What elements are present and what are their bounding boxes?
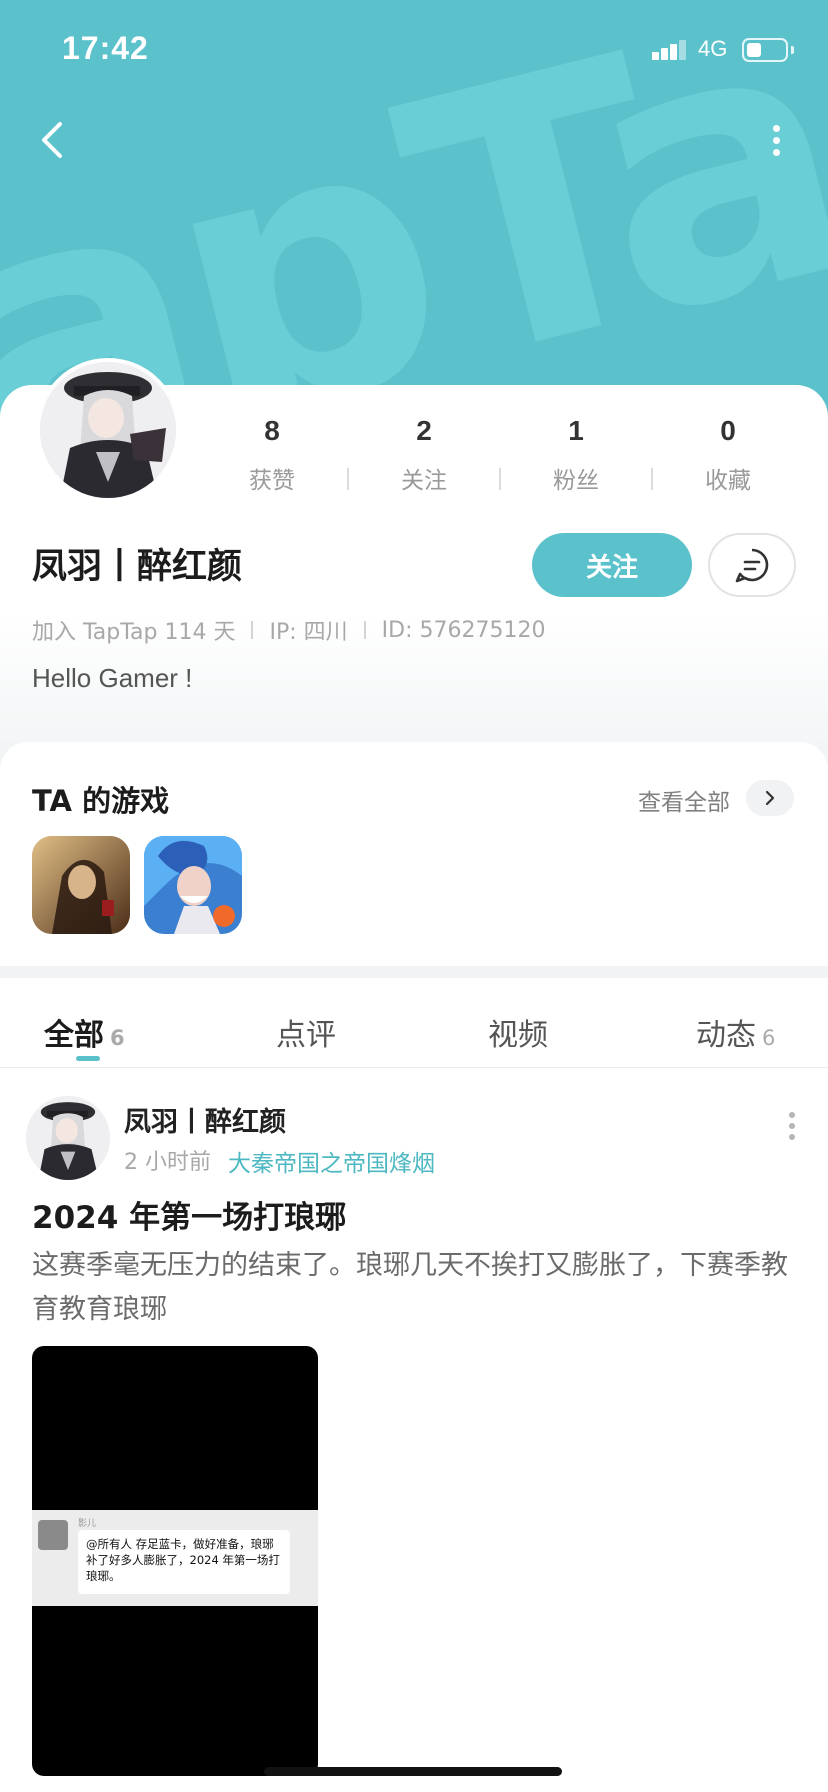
- profile-stats: 8 获赞 2 关注 1 粉丝 0 收藏: [196, 415, 816, 505]
- home-indicator[interactable]: [264, 1767, 562, 1776]
- stat-divider: [347, 468, 349, 490]
- post-game-link[interactable]: 大秦帝国之帝国烽烟: [228, 1144, 435, 1178]
- battery-icon: [742, 38, 788, 62]
- more-dot-icon: [789, 1134, 795, 1140]
- status-bar: 17:42 4G: [0, 0, 828, 100]
- more-options-button[interactable]: [760, 115, 792, 165]
- stat-followers[interactable]: 1 粉丝: [500, 415, 652, 495]
- more-dot-icon: [789, 1112, 795, 1118]
- stat-favorites-label: 收藏: [705, 468, 751, 494]
- tab-all-label: 全部: [44, 1018, 104, 1053]
- tab-videos[interactable]: 视频: [488, 1010, 548, 1054]
- post-image[interactable]: 影儿 @所有人 存足蓝卡，做好准备，琅琊补了好多人膨胀了，2024 年第一场打琅…: [32, 1346, 318, 1776]
- message-icon: [735, 548, 769, 583]
- network-type: 4G: [698, 36, 728, 61]
- stat-likes-label: 获赞: [249, 468, 295, 494]
- message-button[interactable]: [708, 533, 796, 597]
- join-info: 加入 TapTap 114 天: [32, 620, 236, 645]
- section-divider: [0, 966, 828, 978]
- ip-location: IP: 四川: [269, 620, 348, 645]
- stat-followers-label: 粉丝: [553, 468, 599, 494]
- more-dot-icon: [789, 1123, 795, 1129]
- avatar-illustration: [26, 1096, 110, 1180]
- game-icon-1[interactable]: [32, 836, 130, 934]
- chat-screenshot: 影儿 @所有人 存足蓝卡，做好准备，琅琊补了好多人膨胀了，2024 年第一场打琅…: [32, 1510, 318, 1606]
- stat-divider: [499, 468, 501, 490]
- stat-likes-value: 8: [264, 415, 280, 446]
- tab-all-count: 6: [110, 1026, 125, 1050]
- stat-favorites-value: 0: [720, 415, 736, 446]
- username: 凤羽丨醉红颜: [32, 547, 243, 587]
- user-avatar[interactable]: [36, 358, 180, 502]
- stat-following-label: 关注: [401, 468, 447, 494]
- more-dot-icon: [773, 149, 780, 156]
- chevron-left-icon: [42, 122, 62, 158]
- game-thumbnail: [144, 836, 242, 934]
- chat-avatar: [38, 1520, 68, 1550]
- back-button[interactable]: [30, 110, 80, 170]
- chat-sender-name: 影儿: [78, 1519, 97, 1529]
- games-section-title: TA 的游戏: [32, 784, 170, 818]
- tab-moments[interactable]: 动态 6: [696, 1010, 775, 1054]
- stat-divider: [651, 468, 653, 490]
- user-bio: Hello Gamer !: [32, 663, 193, 693]
- follow-button[interactable]: 关注: [532, 533, 692, 597]
- view-all-link[interactable]: 查看全部: [638, 783, 730, 817]
- meta-divider: [251, 621, 254, 639]
- battery-tip: [791, 46, 794, 54]
- user-meta: 加入 TapTap 114 天 IP: 四川 ID: 576275120: [32, 614, 545, 646]
- tab-videos-label: 视频: [488, 1018, 548, 1053]
- meta-divider: [363, 621, 366, 639]
- post-more-button[interactable]: [786, 1112, 798, 1142]
- user-id[interactable]: ID: 576275120: [382, 618, 546, 643]
- stat-favorites[interactable]: 0 收藏: [652, 415, 804, 495]
- more-dot-icon: [773, 137, 780, 144]
- game-thumbnail: [32, 836, 130, 934]
- stat-following-value: 2: [416, 415, 432, 446]
- game-icon-2[interactable]: [144, 836, 242, 934]
- tab-all[interactable]: 全部 6: [44, 1010, 125, 1054]
- avatar-illustration: [40, 362, 176, 498]
- tab-reviews-label: 点评: [276, 1018, 336, 1053]
- active-tab-indicator: [76, 1056, 100, 1061]
- tab-moments-label: 动态: [696, 1018, 756, 1053]
- stat-likes[interactable]: 8 获赞: [196, 415, 348, 495]
- stat-followers-value: 1: [568, 415, 584, 446]
- view-all-button[interactable]: [746, 780, 794, 816]
- chevron-right-icon: [765, 790, 775, 806]
- signal-icon: [652, 40, 686, 60]
- post-title[interactable]: 2024 年第一场打琅琊: [32, 1192, 346, 1237]
- post-body[interactable]: 这赛季毫无压力的结束了。琅琊几天不挨打又膨胀了，下赛季教育教育琅琊: [32, 1244, 792, 1332]
- post-time: 2 小时前: [124, 1150, 211, 1175]
- chat-message: @所有人 存足蓝卡，做好准备，琅琊补了好多人膨胀了，2024 年第一场打琅琊。: [78, 1530, 290, 1594]
- post-author-avatar[interactable]: [26, 1096, 110, 1180]
- stat-following[interactable]: 2 关注: [348, 415, 500, 495]
- status-time: 17:42: [62, 30, 149, 66]
- more-dot-icon: [773, 125, 780, 132]
- post-author-name[interactable]: 凤羽丨醉红颜: [124, 1100, 286, 1139]
- tab-moments-count: 6: [762, 1026, 776, 1050]
- tab-reviews[interactable]: 点评: [276, 1010, 336, 1054]
